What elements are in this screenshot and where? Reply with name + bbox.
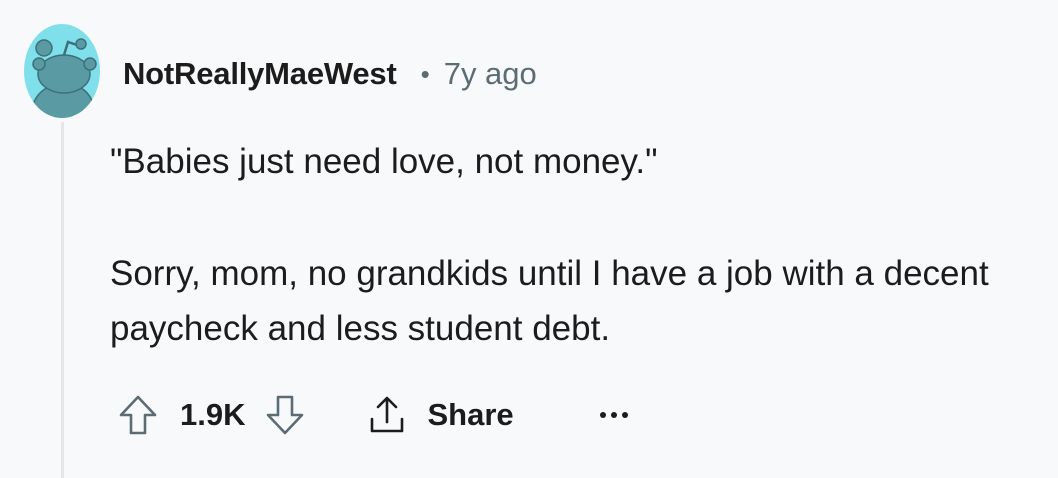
ellipsis-icon: [610, 412, 617, 418]
comment-paragraph-main: Sorry, mom, no grandkids until I have a …: [110, 254, 989, 348]
arrow-down-icon: [267, 395, 304, 435]
share-icon: [371, 396, 404, 433]
comment-header: NotReallyMaeWest • 7y ago: [123, 52, 537, 96]
ellipsis-icon: [621, 412, 628, 418]
more-options-button[interactable]: [596, 404, 632, 426]
comment-timestamp[interactable]: 7y ago: [444, 56, 537, 92]
share-button[interactable]: Share: [367, 394, 514, 436]
comment-actions: 1.9K Share: [118, 385, 632, 445]
vote-score: 1.9K: [180, 397, 246, 432]
share-label: Share: [427, 397, 514, 432]
upvote-button[interactable]: [118, 394, 158, 436]
comment-paragraph-quote: "Babies just need love, not money.": [110, 142, 658, 181]
comment-body: "Babies just need love, not money." Sorr…: [110, 134, 1040, 356]
snoo-avatar-icon: [24, 24, 100, 118]
ellipsis-icon: [599, 412, 606, 418]
separator-dot: •: [420, 58, 430, 89]
avatar[interactable]: [24, 24, 100, 118]
arrow-up-icon: [119, 395, 157, 435]
thread-line[interactable]: [61, 122, 64, 478]
downvote-button[interactable]: [265, 394, 305, 436]
username-link[interactable]: NotReallyMaeWest: [123, 56, 397, 92]
